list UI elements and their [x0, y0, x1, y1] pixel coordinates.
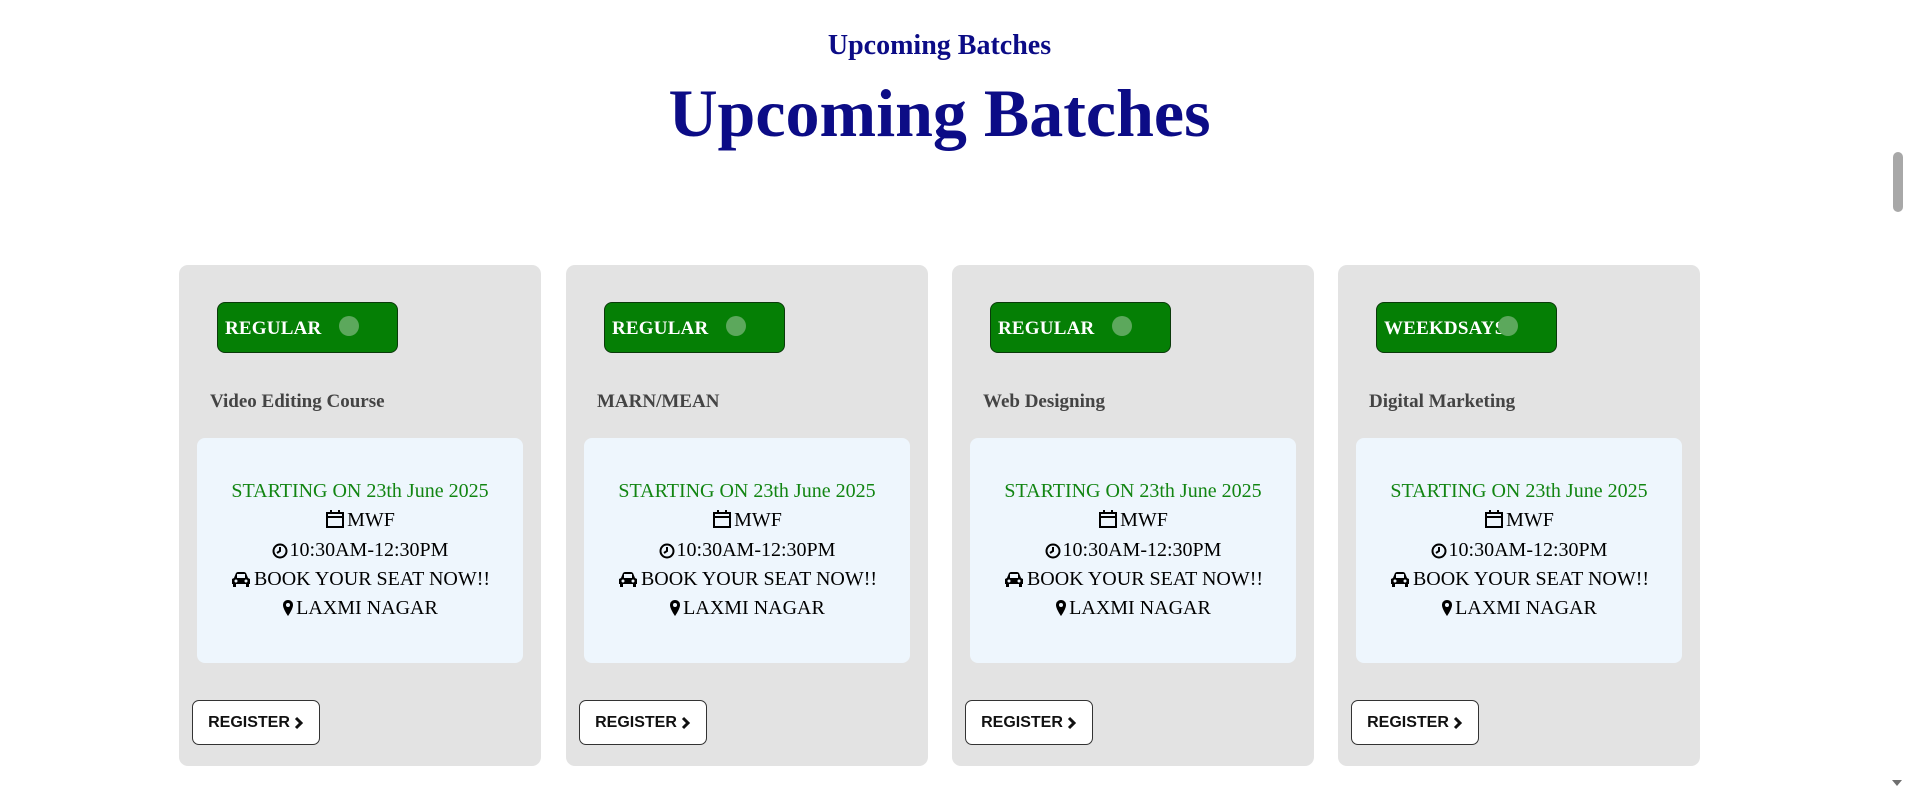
start-date: STARTING ON 23th June 2025 — [1004, 480, 1262, 502]
batch-card: REGULAR MARN/MEAN STARTING ON 23th June … — [566, 265, 928, 766]
days-text: MWF — [347, 509, 395, 531]
calendar-icon — [325, 509, 345, 529]
register-label: REGISTER — [208, 713, 290, 731]
time-row: 10:30AM-12:30PM — [1356, 536, 1682, 564]
days-row: MWF — [584, 506, 910, 534]
time-text: 10:30AM-12:30PM — [1448, 539, 1608, 561]
register-label: REGISTER — [1367, 713, 1449, 731]
location-row: LAXMI NAGAR — [197, 594, 523, 622]
start-date: STARTING ON 23th June 2025 — [618, 480, 876, 502]
register-label: REGISTER — [595, 713, 677, 731]
chevron-right-icon — [1453, 716, 1463, 730]
calendar-icon — [1484, 509, 1504, 529]
batch-info-box: STARTING ON 23th June 2025 MWF 10:30AM-1… — [1356, 438, 1682, 663]
days-text: MWF — [734, 509, 782, 531]
book-text: BOOK YOUR SEAT NOW!! — [640, 568, 878, 590]
badge-dot-icon — [726, 316, 746, 336]
course-title: Digital Marketing — [1369, 391, 1516, 412]
course-title: Web Designing — [983, 391, 1105, 412]
time-row: 10:30AM-12:30PM — [970, 536, 1296, 564]
badge-label: REGULAR — [612, 318, 709, 339]
register-label: REGISTER — [981, 713, 1063, 731]
car-icon — [230, 570, 252, 588]
batch-card: WEEKDSAYS Digital Marketing STARTING ON … — [1338, 265, 1700, 766]
badge-dot-icon — [339, 316, 359, 336]
time-text: 10:30AM-12:30PM — [676, 539, 836, 561]
days-text: MWF — [1506, 509, 1554, 531]
days-row: MWF — [1356, 506, 1682, 534]
section-subheading: Upcoming Batches — [827, 30, 1052, 61]
time-row: 10:30AM-12:30PM — [197, 536, 523, 564]
register-button[interactable]: REGISTER — [1351, 700, 1479, 745]
badge-dot-icon — [1112, 316, 1132, 336]
scrollbar-thumb[interactable] — [1893, 152, 1903, 212]
location-row: LAXMI NAGAR — [1356, 594, 1682, 622]
location-text: LAXMI NAGAR — [296, 597, 438, 619]
map-marker-icon — [1055, 599, 1067, 617]
register-button[interactable]: REGISTER — [965, 700, 1093, 745]
days-text: MWF — [1120, 509, 1168, 531]
book-text: BOOK YOUR SEAT NOW!! — [253, 568, 491, 590]
badge-label: WEEKDSAYS — [1384, 318, 1506, 339]
clock-icon — [1431, 543, 1447, 559]
course-title: MARN/MEAN — [597, 391, 720, 412]
badge-dot-icon — [1498, 316, 1518, 336]
badge-label: REGULAR — [998, 318, 1095, 339]
map-marker-icon — [282, 599, 294, 617]
book-row: BOOK YOUR SEAT NOW!! — [970, 565, 1296, 593]
batch-info-box: STARTING ON 23th June 2025 MWF 10:30AM-1… — [584, 438, 910, 663]
book-row: BOOK YOUR SEAT NOW!! — [1356, 565, 1682, 593]
car-icon — [1003, 570, 1025, 588]
batch-card: REGULAR Web Designing STARTING ON 23th J… — [952, 265, 1314, 766]
batch-type-badge: REGULAR — [604, 302, 785, 353]
batch-type-badge: WEEKDSAYS — [1376, 302, 1557, 353]
register-button[interactable]: REGISTER — [579, 700, 707, 745]
location-text: LAXMI NAGAR — [683, 597, 825, 619]
location-text: LAXMI NAGAR — [1455, 597, 1597, 619]
location-text: LAXMI NAGAR — [1069, 597, 1211, 619]
start-date: STARTING ON 23th June 2025 — [1390, 480, 1648, 502]
batch-type-badge: REGULAR — [990, 302, 1171, 353]
batch-info-box: STARTING ON 23th June 2025 MWF 10:30AM-1… — [197, 438, 523, 663]
calendar-icon — [1098, 509, 1118, 529]
chevron-right-icon — [294, 716, 304, 730]
page-scrollbar[interactable] — [1890, 0, 1905, 788]
clock-icon — [1045, 543, 1061, 559]
book-text: BOOK YOUR SEAT NOW!! — [1412, 568, 1650, 590]
batch-info-box: STARTING ON 23th June 2025 MWF 10:30AM-1… — [970, 438, 1296, 663]
start-date: STARTING ON 23th June 2025 — [231, 480, 489, 502]
time-text: 10:30AM-12:30PM — [289, 539, 449, 561]
clock-icon — [272, 543, 288, 559]
scroll-down-arrow-icon[interactable] — [1892, 780, 1902, 786]
course-title: Video Editing Course — [210, 391, 385, 412]
days-row: MWF — [970, 506, 1296, 534]
book-row: BOOK YOUR SEAT NOW!! — [584, 565, 910, 593]
location-row: LAXMI NAGAR — [584, 594, 910, 622]
location-row: LAXMI NAGAR — [970, 594, 1296, 622]
car-icon — [617, 570, 639, 588]
batch-card: REGULAR Video Editing Course STARTING ON… — [179, 265, 541, 766]
section-heading: Upcoming Batches — [668, 75, 1211, 151]
calendar-icon — [712, 509, 732, 529]
days-row: MWF — [197, 506, 523, 534]
clock-icon — [659, 543, 675, 559]
register-button[interactable]: REGISTER — [192, 700, 320, 745]
chevron-right-icon — [1067, 716, 1077, 730]
chevron-right-icon — [681, 716, 691, 730]
time-text: 10:30AM-12:30PM — [1062, 539, 1222, 561]
car-icon — [1389, 570, 1411, 588]
book-text: BOOK YOUR SEAT NOW!! — [1026, 568, 1264, 590]
book-row: BOOK YOUR SEAT NOW!! — [197, 565, 523, 593]
badge-label: REGULAR — [225, 318, 322, 339]
batch-type-badge: REGULAR — [217, 302, 398, 353]
map-marker-icon — [1441, 599, 1453, 617]
time-row: 10:30AM-12:30PM — [584, 536, 910, 564]
map-marker-icon — [669, 599, 681, 617]
